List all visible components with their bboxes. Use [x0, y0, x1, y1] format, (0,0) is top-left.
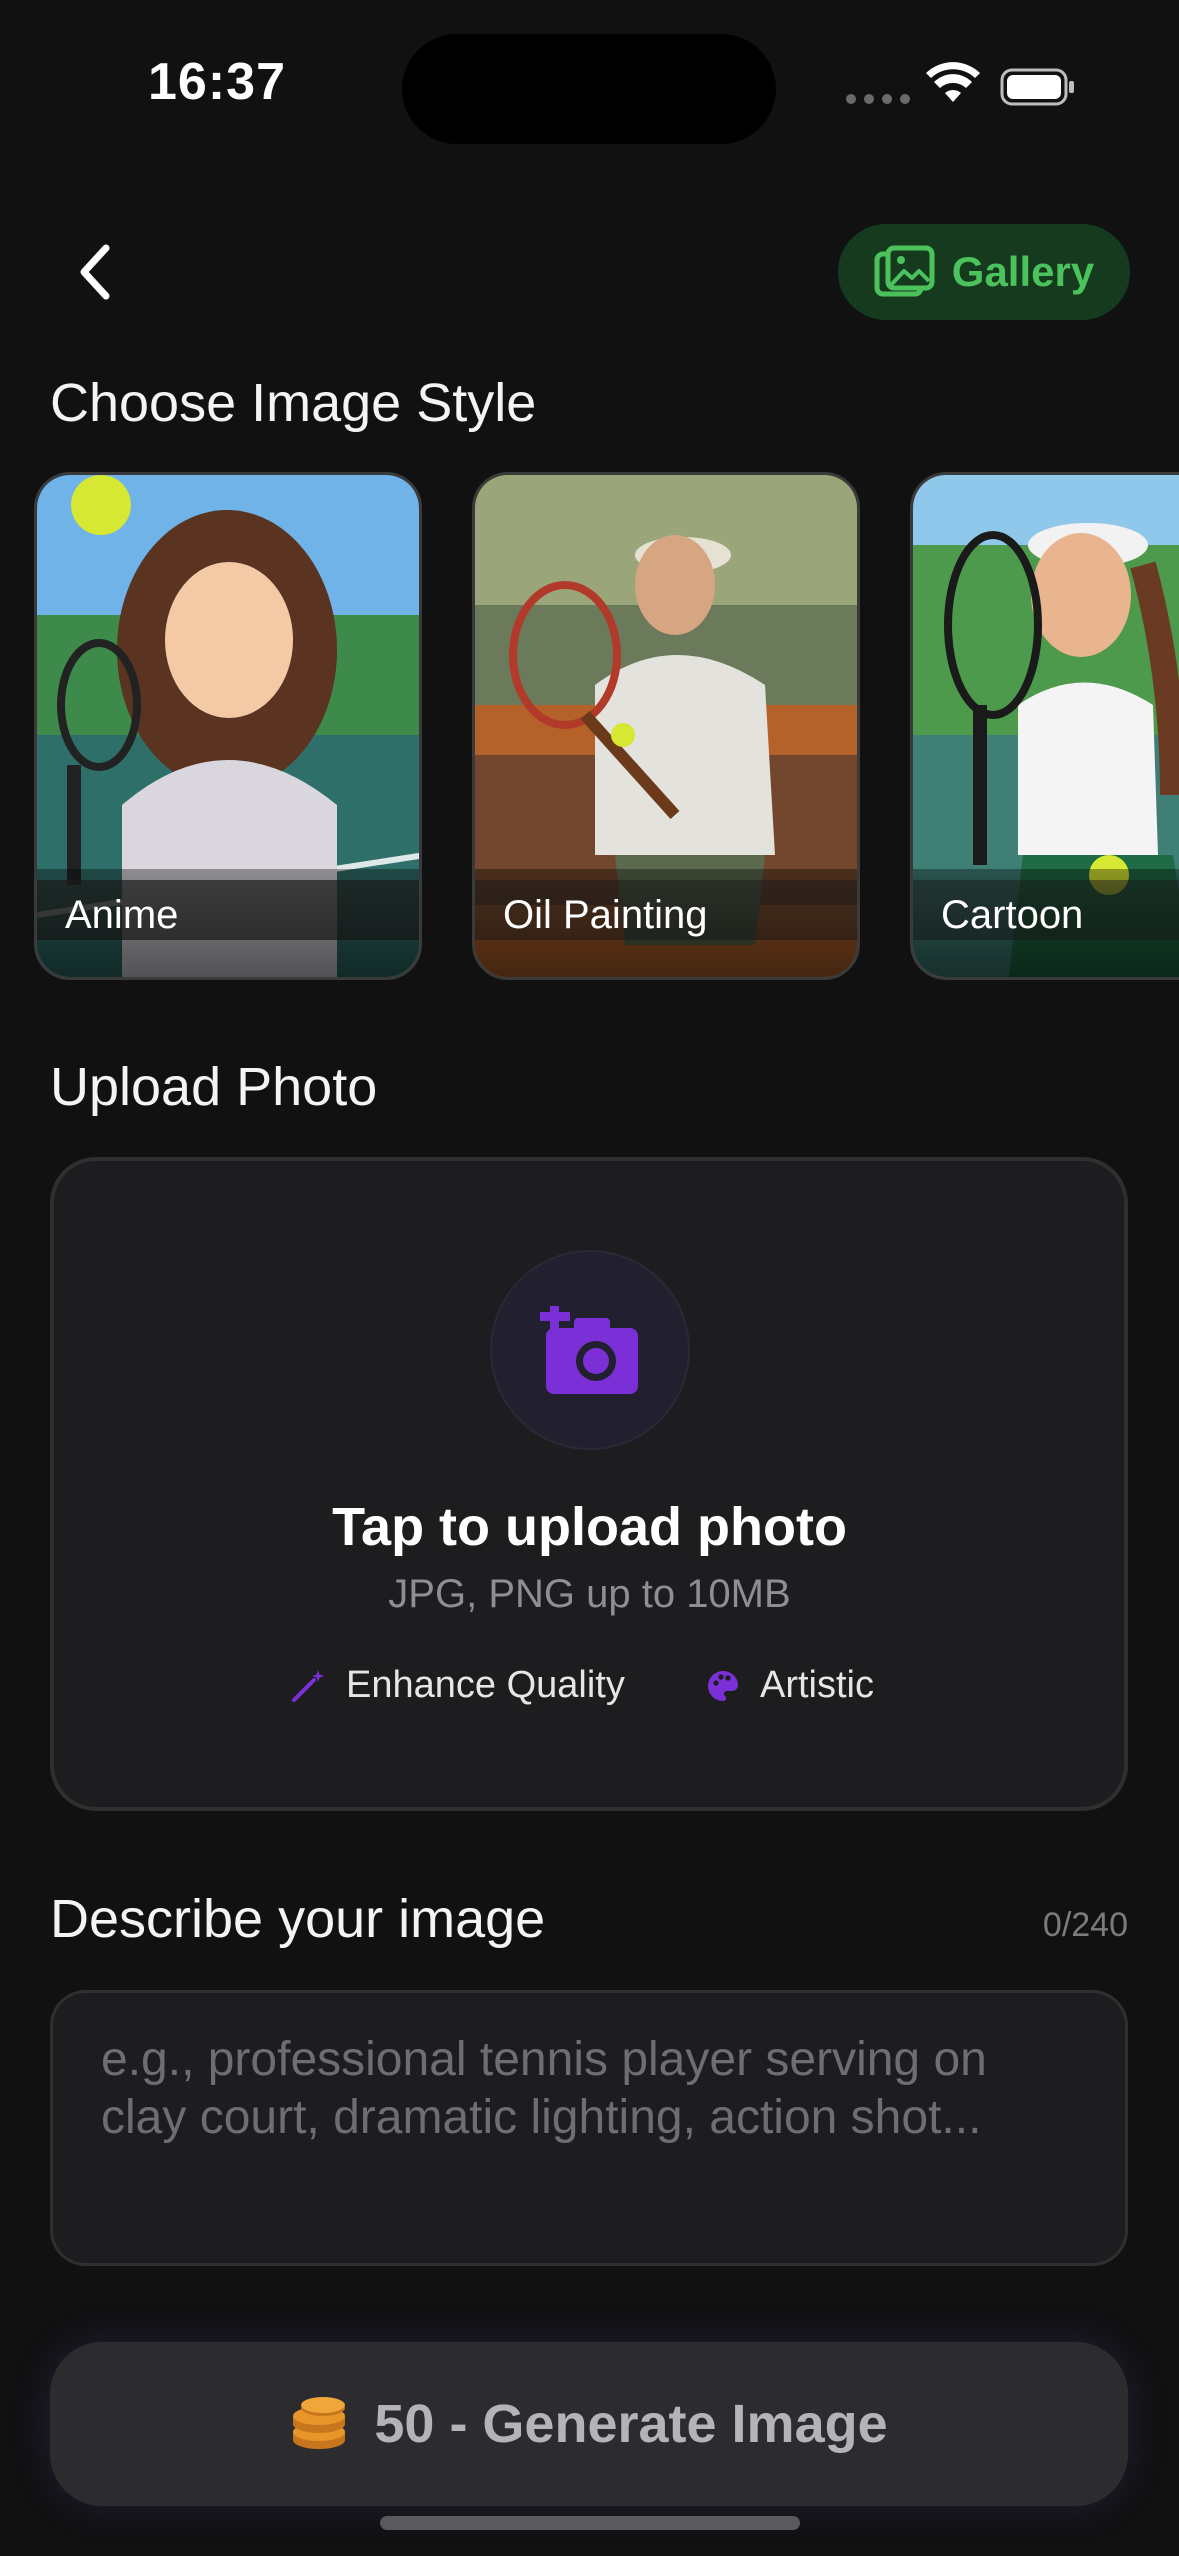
- back-chevron-icon[interactable]: [68, 240, 124, 304]
- upload-section-title: Upload Photo: [50, 1057, 378, 1117]
- upload-hint: JPG, PNG up to 10MB: [388, 1572, 791, 1616]
- battery-icon: [1000, 68, 1074, 106]
- description-textarea[interactable]: e.g., professional tennis player serving…: [50, 1990, 1128, 2266]
- feature-enhance-quality: Enhance Quality: [290, 1664, 625, 1707]
- style-card-cartoon[interactable]: Cartoon: [910, 472, 1179, 980]
- gallery-icon: [874, 245, 935, 297]
- feature-label: Enhance Quality: [346, 1664, 625, 1706]
- feature-artistic: Artistic: [706, 1664, 874, 1707]
- dynamic-island: [402, 34, 776, 144]
- style-section-title: Choose Image Style: [50, 373, 537, 433]
- magic-wand-icon: [292, 1669, 324, 1702]
- style-card-anime[interactable]: Anime: [34, 472, 422, 980]
- palette-icon: [708, 1670, 738, 1701]
- style-card-label: Cartoon: [913, 869, 1179, 977]
- cellular-signal-icon: [846, 94, 910, 104]
- status-time: 16:37: [148, 53, 286, 111]
- feature-label: Artistic: [760, 1664, 874, 1706]
- upload-cta: Tap to upload photo: [332, 1497, 847, 1557]
- description-section-title: Describe your image: [50, 1889, 546, 1949]
- style-card-label: Oil Painting: [475, 869, 857, 977]
- generate-label: 50 - Generate Image: [374, 2394, 888, 2454]
- style-card-label: Anime: [37, 869, 419, 977]
- generate-image-button[interactable]: 50 - Generate Image: [50, 2342, 1128, 2506]
- coins-icon: [293, 2397, 346, 2449]
- gallery-label: Gallery: [951, 248, 1095, 295]
- home-indicator[interactable]: [380, 2516, 800, 2530]
- gallery-button[interactable]: Gallery: [838, 224, 1130, 320]
- add-photo-camera-icon: [540, 1306, 638, 1394]
- style-card-oil-painting[interactable]: Oil Painting: [472, 472, 860, 980]
- wifi-icon: [926, 62, 980, 102]
- character-counter: 0/240: [1042, 1906, 1128, 1944]
